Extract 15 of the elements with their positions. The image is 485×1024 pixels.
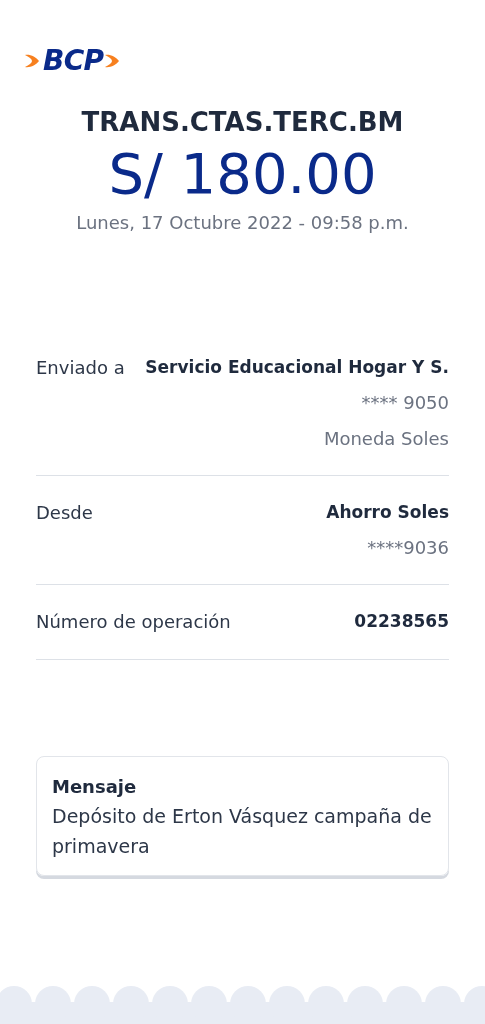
transaction-title: TRANS.CTAS.TERC.BM xyxy=(81,106,404,139)
field-value: Ahorro Soles xyxy=(326,501,449,524)
field-label: Enviado a xyxy=(36,356,125,380)
amount: S/ 180.00 xyxy=(108,142,377,206)
field-label: Número de operación xyxy=(36,610,231,634)
field-value: Servicio Educacional Hogar Y S. xyxy=(145,356,449,379)
field-value: ****9036 xyxy=(367,536,449,560)
field-value: Moneda Soles xyxy=(323,427,449,451)
bcp-logo: BCP xyxy=(24,47,123,75)
field-value: **** 9050 xyxy=(361,391,449,415)
message-title: Mensaje xyxy=(52,775,138,799)
field-value: 02238565 xyxy=(354,610,449,633)
message-text: Depósito de Erton Vásquez campaña de primavera xyxy=(52,804,433,859)
field-label: Desde xyxy=(36,501,93,525)
transaction-datetime: Lunes, 17 Octubre 2022 - 09:58 p.m. xyxy=(76,211,409,235)
